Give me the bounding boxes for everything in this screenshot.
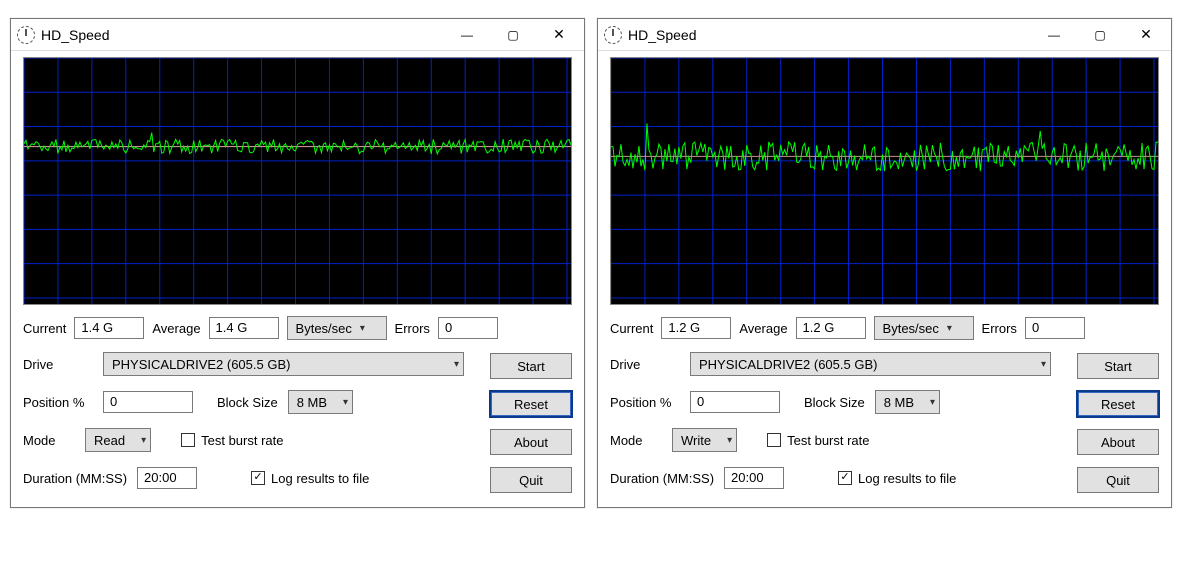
unit-select-value: Bytes/sec [883, 321, 939, 336]
position-label: Position % [23, 395, 93, 410]
drive-select[interactable]: PHYSICALDRIVE2 (605.5 GB) ▾ [690, 352, 1051, 376]
chevron-down-icon: ▾ [947, 323, 952, 334]
drive-label: Drive [610, 357, 680, 372]
average-label: Average [152, 321, 200, 336]
test-burst-rate-label: Test burst rate [787, 433, 869, 448]
log-results-checkbox[interactable] [251, 471, 265, 485]
throughput-graph [23, 57, 572, 305]
close-button[interactable]: ✕ [536, 20, 582, 50]
average-value: 1.2 G [796, 317, 866, 339]
maximize-button[interactable]: ▢ [490, 20, 536, 50]
stats-row: Current 1.2 G Average 1.2 G Bytes/sec ▾ … [610, 315, 1159, 341]
average-value: 1.4 G [209, 317, 279, 339]
about-button[interactable]: About [1077, 429, 1159, 455]
quit-button[interactable]: Quit [490, 467, 572, 493]
current-label: Current [610, 321, 653, 336]
errors-label: Errors [395, 321, 430, 336]
mode-label: Mode [610, 433, 662, 448]
block-size-select[interactable]: 8 MB ▾ [288, 390, 353, 414]
current-label: Current [23, 321, 66, 336]
chevron-down-icon: ▾ [343, 397, 348, 408]
average-label: Average [739, 321, 787, 336]
app-icon [17, 26, 35, 44]
block-size-value: 8 MB [297, 395, 327, 410]
unit-select-value: Bytes/sec [296, 321, 352, 336]
mode-label: Mode [23, 433, 75, 448]
app-icon [604, 26, 622, 44]
titlebar[interactable]: HD_Speed — ▢ ✕ [598, 19, 1171, 51]
window-title: HD_Speed [628, 27, 697, 43]
maximize-button[interactable]: ▢ [1077, 20, 1123, 50]
titlebar[interactable]: HD_Speed — ▢ ✕ [11, 19, 584, 51]
errors-value: 0 [438, 317, 498, 339]
mode-select-value: Read [94, 433, 125, 448]
test-burst-rate-checkbox[interactable] [767, 433, 781, 447]
chevron-down-icon: ▾ [1041, 359, 1046, 370]
chevron-down-icon: ▾ [454, 359, 459, 370]
duration-label: Duration (MM:SS) [23, 471, 127, 486]
chevron-down-icon: ▾ [141, 435, 146, 446]
throughput-graph [610, 57, 1159, 305]
drive-select-value: PHYSICALDRIVE2 (605.5 GB) [699, 357, 877, 372]
block-size-label: Block Size [217, 395, 278, 410]
minimize-button[interactable]: — [1031, 20, 1077, 50]
mode-select[interactable]: Read ▾ [85, 428, 151, 452]
start-button[interactable]: Start [490, 353, 572, 379]
mode-select-value: Write [681, 433, 711, 448]
errors-label: Errors [982, 321, 1017, 336]
start-button[interactable]: Start [1077, 353, 1159, 379]
hdspeed-window: HD_Speed — ▢ ✕ Current 1.2 G Average 1.2… [597, 18, 1172, 508]
duration-label: Duration (MM:SS) [610, 471, 714, 486]
log-results-label: Log results to file [271, 471, 369, 486]
block-size-select[interactable]: 8 MB ▾ [875, 390, 940, 414]
chevron-down-icon: ▾ [727, 435, 732, 446]
position-input[interactable]: 0 [103, 391, 193, 413]
duration-input[interactable]: 20:00 [137, 467, 197, 489]
log-results-checkbox[interactable] [838, 471, 852, 485]
minimize-button[interactable]: — [444, 20, 490, 50]
unit-select[interactable]: Bytes/sec ▾ [874, 316, 974, 340]
block-size-value: 8 MB [884, 395, 914, 410]
log-results-label: Log results to file [858, 471, 956, 486]
mode-select[interactable]: Write ▾ [672, 428, 737, 452]
position-label: Position % [610, 395, 680, 410]
drive-select-value: PHYSICALDRIVE2 (605.5 GB) [112, 357, 290, 372]
position-input[interactable]: 0 [690, 391, 780, 413]
unit-select[interactable]: Bytes/sec ▾ [287, 316, 387, 340]
block-size-label: Block Size [804, 395, 865, 410]
current-value: 1.4 G [74, 317, 144, 339]
hdspeed-window: HD_Speed — ▢ ✕ Current 1.4 G Average 1.4… [10, 18, 585, 508]
reset-button[interactable]: Reset [490, 391, 572, 417]
duration-input[interactable]: 20:00 [724, 467, 784, 489]
chevron-down-icon: ▾ [360, 323, 365, 334]
drive-label: Drive [23, 357, 93, 372]
chevron-down-icon: ▾ [930, 397, 935, 408]
stats-row: Current 1.4 G Average 1.4 G Bytes/sec ▾ … [23, 315, 572, 341]
reset-button[interactable]: Reset [1077, 391, 1159, 417]
current-value: 1.2 G [661, 317, 731, 339]
close-button[interactable]: ✕ [1123, 20, 1169, 50]
test-burst-rate-label: Test burst rate [201, 433, 283, 448]
about-button[interactable]: About [490, 429, 572, 455]
quit-button[interactable]: Quit [1077, 467, 1159, 493]
test-burst-rate-checkbox[interactable] [181, 433, 195, 447]
errors-value: 0 [1025, 317, 1085, 339]
drive-select[interactable]: PHYSICALDRIVE2 (605.5 GB) ▾ [103, 352, 464, 376]
window-title: HD_Speed [41, 27, 110, 43]
